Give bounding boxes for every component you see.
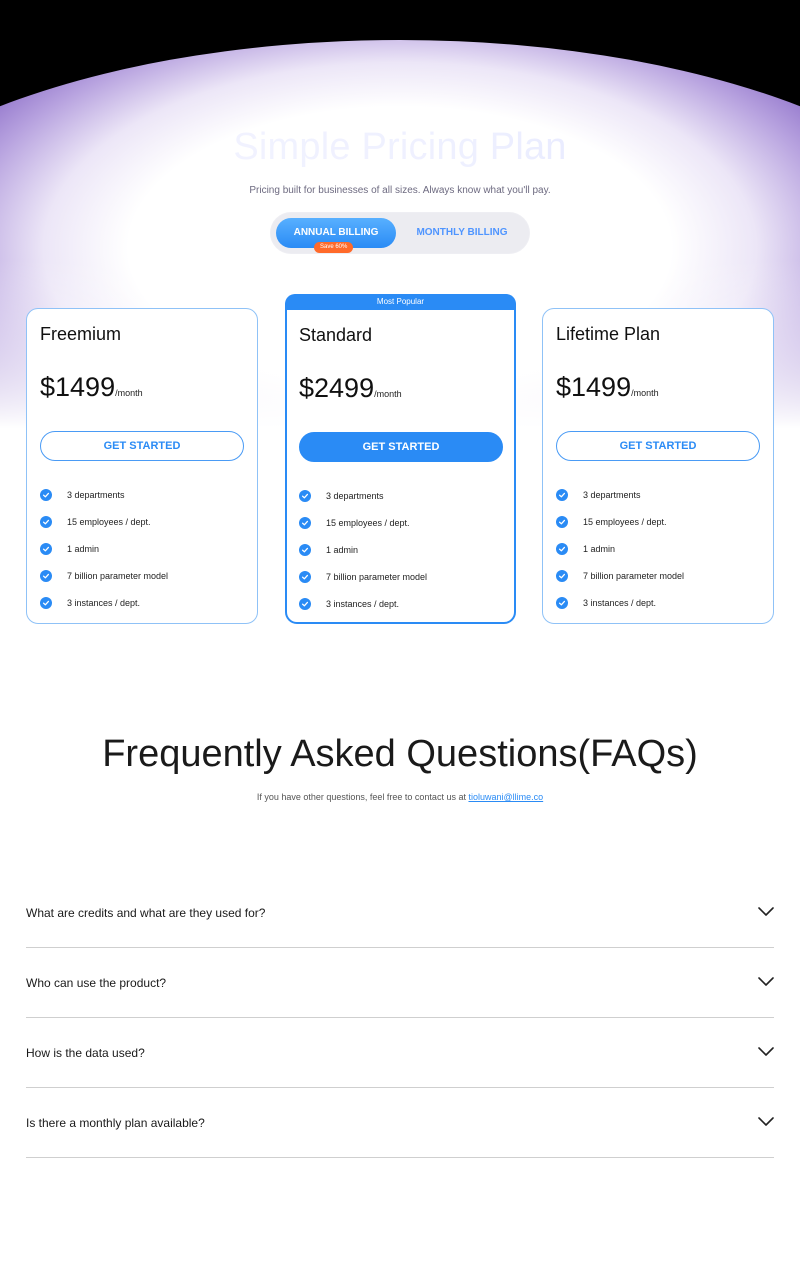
price-period: /month [631,388,659,398]
check-icon [40,488,52,501]
get-started-button[interactable]: GET STARTED [556,431,760,461]
most-popular-ribbon: Most Popular [285,294,516,310]
check-icon [40,515,52,528]
faq-item[interactable]: How is the data used? [26,1018,774,1088]
monthly-billing-button[interactable]: MONTHLY BILLING [402,218,522,248]
plan-card-freemium: Freemium $1499/month GET STARTED 3 depar… [26,308,258,624]
page-title: Simple Pricing Plan [0,126,800,169]
feature-item: 7 billion parameter model [556,562,684,589]
contact-email-link[interactable]: tioluwani@llime.co [468,792,543,802]
feature-text: 3 instances / dept. [67,597,141,608]
feature-item: 1 admin [40,535,168,562]
feature-text: 15 employees / dept. [326,517,410,528]
feature-text: 3 departments [583,489,641,500]
page-subtitle: Pricing built for businesses of all size… [249,185,551,196]
check-icon [40,542,52,555]
faq-question: Who can use the product? [26,976,167,990]
feature-list: 3 departments 15 employees / dept. 1 adm… [556,481,684,616]
feature-text: 1 admin [583,543,616,554]
check-icon [299,570,311,583]
price-period: /month [374,389,402,399]
faq-title: Frequently Asked Questions(FAQs) [102,733,698,775]
feature-item: 3 instances / dept. [556,589,684,616]
feature-item: 1 admin [299,536,427,563]
plan-name: Freemium [40,324,122,344]
feature-text: 3 departments [67,489,125,500]
check-icon [556,542,568,555]
price-amount: $1499 [556,372,632,402]
get-started-button[interactable]: GET STARTED [299,432,503,462]
check-icon [299,489,311,502]
check-icon [556,515,568,528]
faq-subtitle: If you have other questions, feel free t… [0,792,800,802]
feature-text: 1 admin [326,544,359,555]
feature-item: 15 employees / dept. [299,509,427,536]
billing-toggle: ANNUAL BILLING MONTHLY BILLING Save 60% [270,212,530,254]
feature-item: 3 departments [556,481,684,508]
chevron-down-icon [758,907,774,916]
plan-name: Lifetime Plan [556,324,661,344]
chevron-down-icon [758,1117,774,1126]
feature-item: 3 departments [40,481,168,508]
feature-item: 15 employees / dept. [556,508,684,535]
save-badge: Save 60% [314,242,354,253]
faq-item[interactable]: Who can use the product? [26,948,774,1018]
faq-item[interactable]: Is there a monthly plan available? [26,1088,774,1158]
faq-question: How is the data used? [26,1046,145,1060]
feature-item: 3 instances / dept. [40,589,168,616]
plan-name: Standard [299,325,373,345]
feature-item: 3 instances / dept. [299,590,427,617]
feature-item: 7 billion parameter model [40,562,168,589]
feature-item: 1 admin [556,535,684,562]
plan-price: $1499/month [556,372,659,403]
faq-question: Is there a monthly plan available? [26,1116,205,1130]
plan-price: $2499/month [299,373,402,404]
feature-item: 7 billion parameter model [299,563,427,590]
check-icon [299,516,311,529]
check-icon [299,543,311,556]
feature-item: 3 departments [299,482,427,509]
check-icon [556,596,568,609]
feature-text: 3 instances / dept. [583,597,657,608]
check-icon [40,569,52,582]
plan-card-standard: Most Popular Standard $2499/month GET ST… [285,294,516,624]
feature-item: 15 employees / dept. [40,508,168,535]
get-started-button[interactable]: GET STARTED [40,431,244,461]
feature-text: 3 departments [326,490,384,501]
plan-price: $1499/month [40,372,143,403]
check-icon [299,597,311,610]
feature-text: 15 employees / dept. [583,516,667,527]
feature-list: 3 departments 15 employees / dept. 1 adm… [40,481,168,616]
check-icon [556,488,568,501]
feature-text: 15 employees / dept. [67,516,151,527]
faq-question: What are credits and what are they used … [26,906,266,920]
price-period: /month [115,388,143,398]
faq-subtitle-text: If you have other questions, feel free t… [256,792,466,802]
chevron-down-icon [758,1047,774,1056]
faq-item[interactable]: What are credits and what are they used … [26,878,774,948]
feature-text: 1 admin [67,543,100,554]
feature-text: 7 billion parameter model [583,570,685,581]
check-icon [40,596,52,609]
price-amount: $1499 [40,372,116,402]
feature-text: 7 billion parameter model [326,571,428,582]
feature-text: 3 instances / dept. [326,598,400,609]
feature-text: 7 billion parameter model [67,570,169,581]
check-icon [556,569,568,582]
feature-list: 3 departments 15 employees / dept. 1 adm… [299,482,427,617]
plan-card-lifetime: Lifetime Plan $1499/month GET STARTED 3 … [542,308,774,624]
chevron-down-icon [758,977,774,986]
price-amount: $2499 [299,373,375,403]
